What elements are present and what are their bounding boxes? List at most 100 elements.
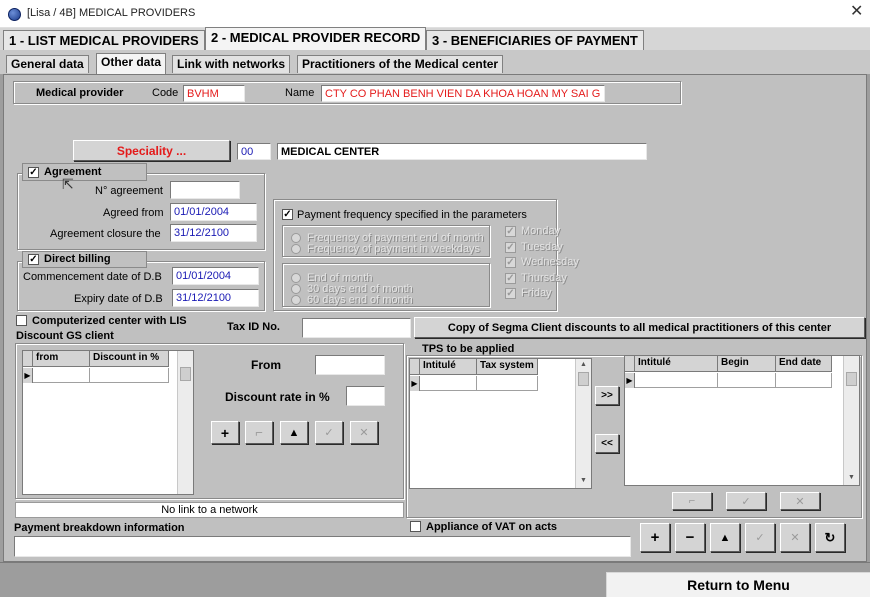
tps-left-scrollbar[interactable]: ▲ ▼ <box>575 359 591 488</box>
tuesday-checkbox[interactable]: ✓ <box>505 242 516 253</box>
speciality-name-field[interactable]: MEDICAL CENTER <box>277 143 647 160</box>
tab-other-data[interactable]: Other data <box>96 53 167 74</box>
tps-undo-button[interactable]: ⌐ <box>672 492 712 510</box>
medical-provider-label: Medical provider <box>36 87 124 99</box>
direct-billing-title: Direct billing <box>44 253 111 265</box>
agreement-checkbox[interactable]: ✓ <box>28 167 39 178</box>
radio-60-days-label: 60 days end of month <box>307 294 413 306</box>
record-add-button[interactable]: + <box>640 523 670 552</box>
tps-delete-button[interactable]: ✕ <box>780 492 820 510</box>
radio-60-days[interactable] <box>291 295 301 305</box>
tab-medical-provider-record[interactable]: 2 - MEDICAL PROVIDER RECORD <box>205 27 427 50</box>
name-field[interactable]: CTY CO PHAN BENH VIEN DA KHOA HOAN MY SA… <box>321 85 605 102</box>
return-to-menu-button[interactable]: Return to Menu <box>606 572 870 597</box>
discount-from-label: From <box>251 358 281 372</box>
discount-grid[interactable]: from Discount in % ▶ <box>22 350 194 495</box>
agreed-from-field[interactable]: 01/01/2004 <box>170 203 257 221</box>
copy-discounts-button[interactable]: Copy of Segma Client discounts to all me… <box>414 317 865 338</box>
radio-weekdays-frequency[interactable] <box>291 244 301 254</box>
discount-from-field[interactable] <box>315 355 385 375</box>
commencement-field[interactable]: 01/01/2004 <box>172 267 259 285</box>
row-indicator-icon: ▶ <box>23 368 33 383</box>
payment-frequency-label: Payment frequency specified in the param… <box>297 209 527 221</box>
tps-right-col-intitule: Intitulé <box>635 356 718 372</box>
scroll-down-icon[interactable]: ▼ <box>576 475 591 487</box>
discount-cell-from[interactable] <box>33 368 90 383</box>
discount-cell-percent[interactable] <box>90 368 169 383</box>
code-field[interactable]: BVHM <box>183 85 245 102</box>
discount-scrollbar[interactable] <box>177 351 193 494</box>
record-delete-button[interactable]: ✕ <box>780 523 810 552</box>
app-icon <box>8 8 21 21</box>
speciality-button[interactable]: Speciality ... <box>73 140 230 161</box>
tab-link-with-networks[interactable]: Link with networks <box>172 55 291 73</box>
tax-id-field[interactable] <box>302 318 411 338</box>
move-left-button[interactable]: << <box>595 434 619 453</box>
computerized-label: Computerized center with LIS <box>32 315 187 327</box>
radio-end-of-month-frequency[interactable] <box>291 233 301 243</box>
payment-breakdown-field[interactable] <box>14 536 631 557</box>
tab-practitioners[interactable]: Practitioners of the Medical center <box>297 55 504 73</box>
radio-end-of-month[interactable] <box>291 273 301 283</box>
tps-right-cell-end[interactable] <box>776 373 832 388</box>
discount-add-button[interactable]: + <box>211 421 239 444</box>
row-indicator-icon: ▶ <box>625 373 635 388</box>
tps-validate-button[interactable]: ✓ <box>726 492 766 510</box>
discount-validate-button[interactable]: ✓ <box>315 421 343 444</box>
agreement-closure-label: Agreement closure the <box>50 228 161 240</box>
tab-general-data[interactable]: General data <box>6 55 89 73</box>
tps-right-cell-begin[interactable] <box>718 373 776 388</box>
tps-left-col-tax-system: Tax system <box>477 359 538 375</box>
tps-left-cell-tax[interactable] <box>477 376 538 391</box>
monday-label: Monday <box>521 225 561 237</box>
window-title: [Lisa / 4B] MEDICAL PROVIDERS <box>27 7 196 19</box>
wednesday-label: Wednesday <box>521 256 579 268</box>
discount-title: Discount GS client <box>16 330 114 342</box>
scroll-down-icon[interactable]: ▼ <box>844 472 859 484</box>
tps-left-cell-intitule[interactable] <box>420 376 477 391</box>
discount-up-button[interactable]: ▲ <box>280 421 308 444</box>
tps-right-scroll-thumb[interactable] <box>846 372 857 386</box>
move-right-button[interactable]: >> <box>595 386 619 405</box>
agreed-from-label: Agreed from <box>103 207 164 219</box>
friday-checkbox[interactable]: ✓ <box>505 288 516 299</box>
no-link-status: No link to a network <box>15 502 404 518</box>
discount-delete-button[interactable]: ✕ <box>350 421 378 444</box>
record-remove-button[interactable]: − <box>675 523 705 552</box>
record-up-button[interactable]: ▲ <box>710 523 740 552</box>
grid-corner <box>23 351 33 367</box>
grid-corner <box>625 356 635 372</box>
close-icon[interactable]: ✕ <box>850 4 863 20</box>
tps-applied-grid[interactable]: Intitulé Begin End date ▶ ▼ <box>624 355 860 486</box>
wednesday-checkbox[interactable]: ✓ <box>505 257 516 268</box>
tab-list-medical-providers[interactable]: 1 - LIST MEDICAL PROVIDERS <box>3 30 205 50</box>
radio-30-days[interactable] <box>291 284 301 294</box>
expiry-field[interactable]: 31/12/2100 <box>172 289 259 307</box>
agreement-number-label: N° agreement <box>95 185 163 197</box>
tps-right-cell-intitule[interactable] <box>635 373 718 388</box>
thursday-checkbox[interactable]: ✓ <box>505 273 516 284</box>
tps-right-scrollbar[interactable]: ▼ <box>843 356 859 485</box>
monday-checkbox[interactable]: ✓ <box>505 226 516 237</box>
speciality-code-field[interactable]: 00 <box>237 143 271 160</box>
tps-left-col-intitule: Intitulé <box>420 359 477 375</box>
discount-undo-button[interactable]: ⌐ <box>245 421 273 444</box>
tps-left-scroll-thumb[interactable] <box>578 372 589 386</box>
tps-right-col-end-date: End date <box>776 356 832 372</box>
record-refresh-button[interactable]: ↻ <box>815 523 845 552</box>
payment-frequency-checkbox[interactable]: ✓ <box>282 209 293 220</box>
payment-breakdown-label: Payment breakdown information <box>14 522 185 534</box>
computerized-checkbox[interactable] <box>16 315 27 326</box>
record-validate-button[interactable]: ✓ <box>745 523 775 552</box>
direct-billing-checkbox[interactable]: ✓ <box>28 254 39 265</box>
tps-available-grid[interactable]: Intitulé Tax system ▶ ▲ ▼ <box>409 358 592 489</box>
agreement-closure-field[interactable]: 31/12/2100 <box>170 224 257 242</box>
agreement-number-field[interactable] <box>170 181 240 199</box>
scroll-up-icon[interactable]: ▲ <box>576 359 591 371</box>
vat-checkbox[interactable] <box>410 521 421 532</box>
tab-beneficiaries-of-payment[interactable]: 3 - BENEFICIARIES OF PAYMENT <box>426 30 644 50</box>
tuesday-label: Tuesday <box>521 241 563 253</box>
discount-col-percent: Discount in % <box>90 351 169 367</box>
discount-scroll-thumb[interactable] <box>180 367 191 381</box>
discount-rate-field[interactable] <box>346 386 385 406</box>
